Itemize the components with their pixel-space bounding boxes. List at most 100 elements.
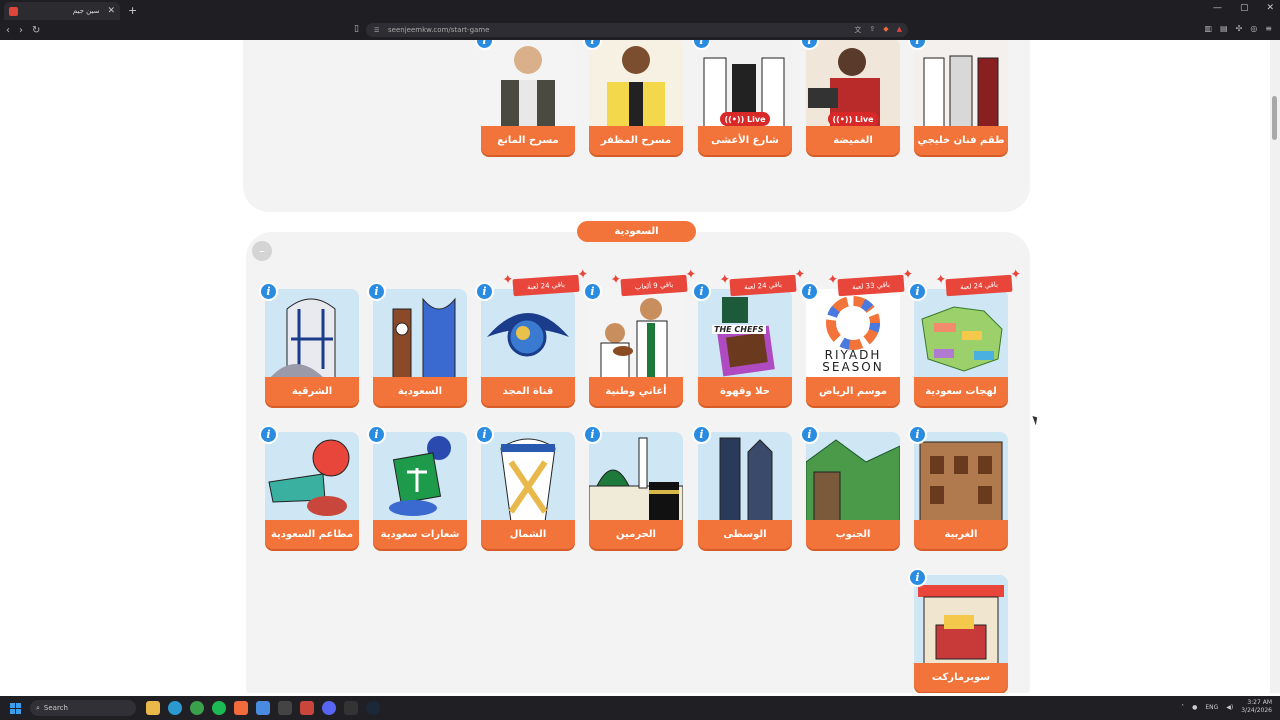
mic-icon[interactable]: ● [1192,704,1197,711]
game-card[interactable]: الشرقية i [259,282,359,406]
game-card[interactable]: مسرح المظفر i [583,40,683,155]
game-card[interactable]: شعارات سعودية i [367,425,467,549]
game-card[interactable]: السعودية i [367,282,467,406]
game-card[interactable]: ((•)) Live شارع الأعشى i [692,40,792,155]
reload-icon[interactable]: ↻ [32,25,40,36]
card-label: الغميضة [806,126,900,155]
western-region-illustration [919,441,1003,522]
menu-icon[interactable]: ≡ [1265,24,1272,33]
address-bar[interactable]: ☰ seenjeemkw.com/start-game 文 ⇪ ◆ ▲ [366,23,908,37]
card-label: السعودية [373,377,467,406]
info-icon[interactable]: i [908,425,927,444]
taskbar-search[interactable]: ⌕ Search [30,700,136,716]
windows-taskbar: ⌕ Search ˄ ● ENG ◀) 3:27 AM 3/24/2026 [0,696,1280,720]
info-icon[interactable]: i [583,282,602,301]
card-label: مطاعم السعودية [265,520,359,549]
site-info-icon[interactable]: ☰ [374,27,379,34]
game-card[interactable]: RIYADH SEASON باقي 33 لعبة موسم الرياض i [800,274,905,406]
info-icon[interactable]: i [583,425,602,444]
supermarket-illustration [918,585,1004,665]
rewards-icon[interactable]: ▲ [897,25,902,35]
man-vest-illustration [501,46,555,128]
vpn-icon[interactable]: ◎ [1250,24,1257,33]
game-card[interactable]: باقي 24 لعبة لهجات سعودية i [908,274,1013,406]
card-label: طقم فنان خليجي [914,126,1008,155]
game-card[interactable]: الغربية i [908,425,1008,549]
coffee-logo-text: THE CHEFS [712,325,766,334]
info-icon[interactable]: i [908,282,927,301]
game-card[interactable]: سوبرماركت i [908,568,1008,692]
brave-icon[interactable] [234,701,248,715]
card-label: سوبرماركت [914,663,1008,692]
game-card[interactable]: مسرح المانع i [475,40,575,155]
sidebar-icon[interactable]: ▥ [1204,24,1212,33]
collapse-button[interactable]: – [252,241,272,261]
info-icon[interactable]: i [692,282,711,301]
tray-expand-icon[interactable]: ˄ [1181,704,1184,711]
scrollbar-thumb[interactable] [1272,96,1277,140]
browser-tab[interactable]: سين جيم ✕ [4,2,120,20]
game-card[interactable]: ((•)) Live الغميضة i [800,40,900,155]
store-icon[interactable] [256,701,270,715]
volume-icon[interactable]: ◀) [1226,704,1233,711]
forward-icon[interactable]: › [19,25,23,36]
card-image [373,432,467,522]
maximize-icon[interactable]: ▢ [1240,3,1249,13]
info-icon[interactable]: i [367,282,386,301]
bookmark-icon[interactable]: ▯ [354,24,359,34]
info-icon[interactable]: i [475,282,494,301]
central-region-illustration [719,437,773,522]
steam-icon[interactable] [366,701,380,715]
console-icon[interactable] [344,701,358,715]
taskbar-search-label: Search [43,704,68,712]
info-icon[interactable]: i [475,425,494,444]
window-close-icon[interactable]: ✕ [1266,3,1274,13]
info-icon[interactable]: i [259,282,278,301]
game-card[interactable]: الجنوب i [800,425,900,549]
edge-icon[interactable] [168,701,182,715]
discord-icon[interactable] [322,701,336,715]
game-card[interactable]: باقي 24 لعبة قناة المجد i [475,274,580,406]
card-label: الشرقية [265,377,359,406]
share-icon[interactable]: ⇪ [869,25,875,35]
back-icon[interactable]: ‹ [6,25,10,36]
info-icon[interactable]: i [367,425,386,444]
live-badge: ((•)) Live [828,112,878,126]
minimize-icon[interactable]: — [1213,3,1222,13]
file-explorer-icon[interactable] [146,701,160,715]
shield-icon[interactable]: ◆ [883,25,888,35]
game-card[interactable]: الشمال i [475,425,575,549]
game-card[interactable]: باقي 9 ألعاب أغاني وطنية i [583,274,688,406]
wallet-icon[interactable]: ▤ [1220,24,1228,33]
new-tab-icon[interactable]: + [128,4,137,17]
game-card[interactable]: الحرمين i [583,425,683,549]
language-indicator[interactable]: ENG [1205,704,1218,711]
url-text: seenjeemkw.com/start-game [388,26,490,34]
windows-start-icon[interactable] [10,702,21,714]
page-scrollbar[interactable] [1270,40,1280,693]
clock-date: 3/24/2026 [1241,707,1272,714]
category-title: السعودية [577,221,696,242]
game-card[interactable]: مطاعم السعودية i [259,425,359,549]
saudi-restaurants-illustration [268,439,350,516]
southern-region-illustration [806,439,900,522]
chrome-icon[interactable] [190,701,204,715]
card-image [373,289,467,379]
game-card[interactable]: THE CHEFS باقي 24 لعبة حلا وقهوة i [692,274,797,406]
tab-close-icon[interactable]: ✕ [107,6,115,16]
clock[interactable]: 3:27 AM 3/24/2026 [1241,699,1272,715]
game-card[interactable]: الوسطى i [692,425,792,549]
info-icon[interactable]: i [908,568,927,587]
terminal-icon[interactable] [278,701,292,715]
game-card[interactable]: طقم فنان خليجي i [908,40,1008,155]
app-icon[interactable] [300,701,314,715]
info-icon[interactable]: i [800,282,819,301]
spotify-icon[interactable] [212,701,226,715]
extensions-icon[interactable]: ✣ [1236,24,1243,33]
info-icon[interactable]: i [692,425,711,444]
translate-icon[interactable]: 文 [854,25,861,35]
info-icon[interactable]: i [800,425,819,444]
info-icon[interactable]: i [259,425,278,444]
card-image [914,40,1008,128]
card-image [914,575,1008,665]
